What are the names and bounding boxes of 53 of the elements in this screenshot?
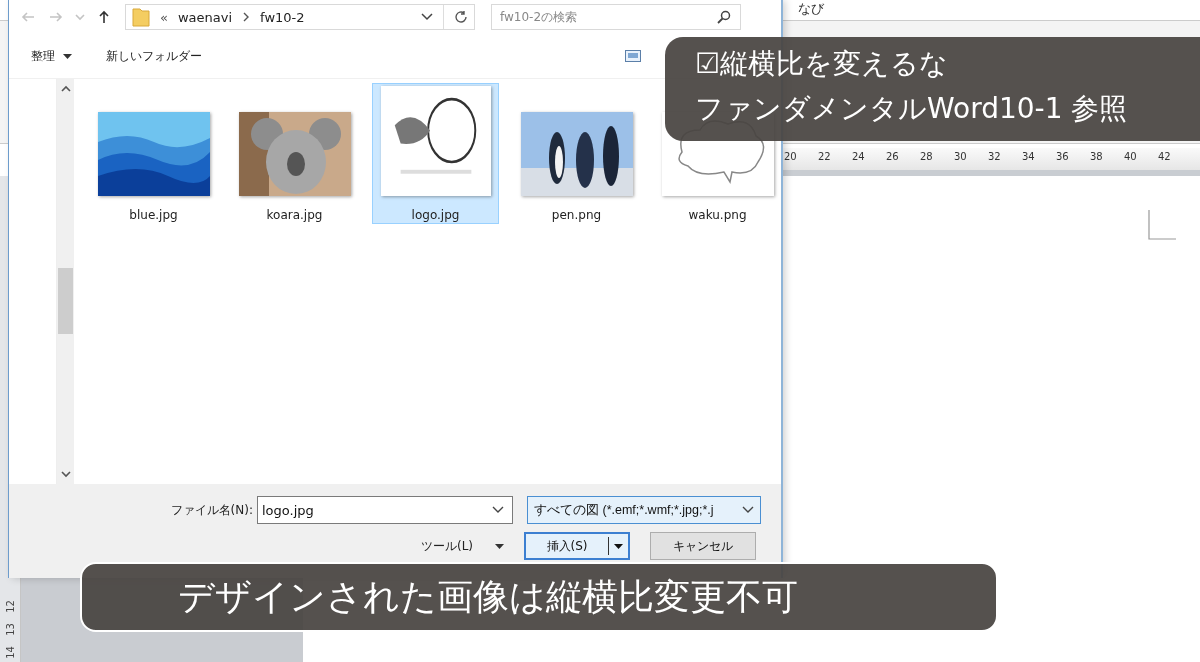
file-type-dropdown[interactable]: すべての図 (*.emf;*.wmf;*.jpg;*.j: [527, 496, 761, 524]
file-item[interactable]: pen.png: [513, 83, 640, 224]
ruler-number: 40: [1124, 150, 1138, 164]
tools-menu-button[interactable]: ツール(L): [421, 537, 474, 555]
dropdown-icon: [742, 506, 754, 514]
ruler-number: 12: [4, 600, 16, 613]
caption-text: ☑縦横比を変えるな: [695, 46, 950, 82]
breadcrumb-item[interactable]: fw10-2: [260, 9, 305, 25]
caret-icon[interactable]: [495, 543, 505, 549]
ruler-number: 28: [920, 150, 934, 164]
breadcrumb-overflow[interactable]: «: [160, 9, 168, 25]
caption-text: デザインされた画像は縦横比変更不可: [178, 574, 799, 619]
ruler-number: 42: [1158, 150, 1172, 164]
breadcrumb-item[interactable]: waenavi: [177, 9, 233, 25]
file-name-field[interactable]: logo.jpg: [257, 496, 513, 524]
ruler-number: 38: [1090, 150, 1104, 164]
ruler-number: 36: [1056, 150, 1070, 164]
insert-split-button[interactable]: 挿入(S): [524, 532, 631, 560]
file-item[interactable]: blue.jpg: [90, 83, 217, 224]
scroll-thumb[interactable]: [58, 268, 73, 334]
ruler-number: 22: [818, 150, 832, 164]
caption-text: ファンダメンタルWord10-1 参照: [695, 91, 1129, 127]
toolbar-button[interactable]: 整理: [31, 47, 72, 65]
ruler-number: 20: [784, 150, 798, 164]
ruler-number: 26: [886, 150, 900, 164]
scroll-down-icon[interactable]: [60, 471, 71, 478]
folder-icon: [132, 7, 150, 27]
chevron-icon: [242, 12, 251, 22]
file-item[interactable]: logo.jpg: [372, 83, 499, 224]
refresh-icon[interactable]: [454, 10, 468, 24]
ruler-number: 34: [1022, 150, 1036, 164]
toolbar-button[interactable]: 新しいフォルダー: [106, 47, 202, 65]
search-field[interactable]: fw10-2の検索: [491, 4, 741, 30]
file-item[interactable]: koara.jpg: [231, 83, 358, 224]
caret-icon: [63, 53, 72, 59]
view-icon[interactable]: [625, 50, 641, 62]
cancel-button[interactable]: キャンセル: [650, 532, 757, 560]
margin-mark-icon: [1148, 210, 1176, 240]
dropdown-icon[interactable]: [421, 13, 433, 21]
window-title: なび: [798, 1, 824, 16]
address-bar[interactable]: « waenavi fw10-2: [125, 4, 475, 30]
caret-icon[interactable]: [614, 543, 624, 549]
scroll-up-icon[interactable]: [60, 85, 71, 92]
ruler-number: 30: [954, 150, 968, 164]
ruler-number: 24: [852, 150, 866, 164]
insert-button[interactable]: 挿入(S): [526, 537, 610, 555]
ruler-number: 14: [4, 646, 16, 659]
scrollbar[interactable]: [57, 79, 74, 484]
search-icon: [717, 10, 731, 24]
ruler-number: 13: [4, 623, 16, 636]
ruler-number: 32: [988, 150, 1002, 164]
dropdown-icon: [492, 506, 504, 514]
file-name-label: ファイル名(N):: [169, 501, 254, 519]
